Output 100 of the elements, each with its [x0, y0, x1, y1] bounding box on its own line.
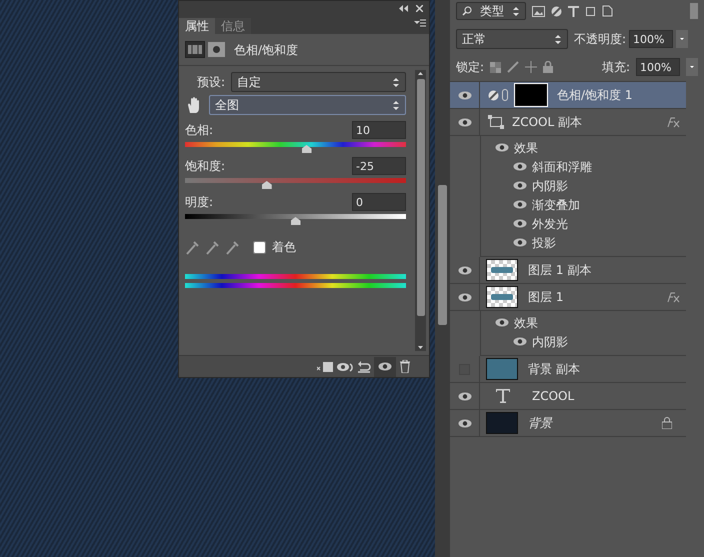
mask-icon — [208, 42, 225, 57]
updown-icon — [392, 76, 400, 88]
layer-row[interactable]: 色相/饱和度 1 — [450, 82, 686, 109]
updown-icon — [554, 34, 562, 44]
preset-label: 预设: — [197, 74, 226, 91]
adjustment-layer-icon — [488, 90, 499, 100]
layer-name: 图层 1 副本 — [528, 262, 592, 279]
effect-name: 内阴影 — [532, 178, 568, 194]
updown-icon — [512, 6, 520, 16]
eye-icon[interactable] — [513, 337, 527, 346]
eye-icon[interactable] — [513, 238, 527, 247]
layer-name: 色相/饱和度 1 — [557, 87, 634, 104]
brush-icon[interactable] — [507, 61, 520, 73]
saturation-label: 饱和度: — [185, 158, 226, 175]
effect-name: 外发光 — [532, 216, 568, 232]
adjustment-filter-icon[interactable] — [551, 6, 562, 16]
range-dropdown[interactable]: 全图 — [209, 95, 406, 115]
type-layer-icon — [496, 389, 510, 403]
effect-name: 内阴影 — [532, 334, 568, 350]
scroll-down-icon[interactable] — [418, 346, 423, 349]
search-icon — [462, 6, 472, 16]
panel-title: 色相/饱和度 — [234, 42, 298, 58]
scroll-up-icon[interactable] — [418, 72, 423, 75]
lock-icon[interactable] — [543, 61, 554, 73]
preset-dropdown[interactable]: 自定 — [231, 72, 406, 92]
colorize-label: 着色 — [272, 239, 296, 256]
eye-icon[interactable] — [495, 143, 509, 152]
type-filter-icon[interactable] — [568, 6, 579, 16]
eye-icon[interactable] — [495, 318, 509, 327]
colorize-checkbox[interactable] — [253, 240, 266, 254]
updown-icon — [392, 100, 400, 110]
text-art-icon — [491, 294, 513, 300]
shape-layer-icon — [488, 115, 504, 129]
panel-menu-icon[interactable] — [414, 18, 426, 27]
value-field[interactable]: 0 — [352, 193, 406, 211]
effect-name: 斜面和浮雕 — [532, 158, 592, 176]
layer-row[interactable]: 图层 1 — [450, 284, 686, 311]
eye-icon[interactable] — [513, 219, 527, 228]
opacity-label: 不透明度: — [574, 31, 626, 48]
visibility-eye-icon[interactable] — [458, 392, 472, 400]
visibility-eye-icon[interactable] — [458, 118, 472, 126]
fill-label: 填充: — [602, 59, 630, 76]
view-previous-icon[interactable] — [336, 360, 354, 372]
layer-row[interactable]: 背景 — [450, 410, 686, 437]
collapse-icon[interactable] — [399, 5, 408, 12]
shape-filter-icon[interactable] — [585, 6, 596, 16]
adjustment-icon — [185, 41, 205, 58]
layer-name: ZCOOL — [532, 388, 576, 405]
effects-label: 效果 — [514, 140, 538, 156]
eye-icon[interactable] — [513, 181, 527, 190]
trash-icon[interactable] — [399, 360, 411, 373]
clip-layer-icon[interactable] — [317, 360, 333, 372]
visibility-eye-icon[interactable] — [458, 266, 472, 274]
hue-label: 色相: — [185, 122, 214, 139]
layer-name: ZCOOL 副本 — [512, 114, 583, 131]
layer-name: 背景 副本 — [528, 361, 581, 378]
link-icon — [502, 89, 508, 101]
effects-label: 效果 — [514, 314, 538, 332]
effect-name: 渐变叠加 — [532, 196, 580, 214]
effect-name: 投影 — [532, 234, 556, 252]
layer-row[interactable]: ZCOOL — [450, 383, 686, 410]
layer-name: 背景 — [528, 415, 554, 432]
eyedropper-minus-icon[interactable] — [225, 239, 239, 255]
panel-tab[interactable]: 属性 — [179, 18, 215, 34]
visibility-eye-icon[interactable] — [458, 90, 472, 100]
reset-icon[interactable] — [357, 360, 371, 372]
filter-toggle[interactable] — [690, 3, 698, 19]
toggle-visibility-button[interactable] — [374, 356, 396, 376]
layer-row[interactable]: 背景 副本 — [450, 356, 686, 383]
opacity-field[interactable]: 100% — [629, 30, 674, 48]
close-icon[interactable] — [416, 5, 423, 12]
lock-transparent-icon[interactable] — [490, 62, 502, 72]
move-icon[interactable] — [525, 61, 538, 73]
layer-name: 图层 1 — [528, 289, 564, 306]
lock-label: 锁定: — [456, 59, 484, 76]
mask-thumbnail — [515, 84, 547, 106]
visibility-eye-icon[interactable] — [458, 418, 472, 428]
visibility-eye-icon[interactable] — [458, 292, 472, 302]
lightness-label: 明度: — [185, 194, 214, 211]
eye-icon[interactable] — [513, 162, 527, 171]
fill-field[interactable]: 100% — [636, 58, 680, 76]
eye-icon[interactable] — [378, 362, 392, 371]
panel-scrollbar[interactable] — [415, 70, 426, 351]
slider-thumb[interactable] — [302, 145, 312, 153]
eyedropper-icon[interactable] — [185, 239, 199, 255]
eye-icon[interactable] — [513, 200, 527, 209]
eyedropper-plus-icon[interactable] — [205, 239, 219, 255]
panel-tab[interactable]: 信息 — [215, 18, 251, 34]
filter-dropdown[interactable]: 类型 — [456, 2, 526, 20]
layer-row[interactable]: 图层 1 副本 — [450, 257, 686, 284]
text-art-icon — [491, 267, 513, 273]
image-filter-icon[interactable] — [532, 6, 545, 16]
value-field[interactable]: -25 — [352, 157, 406, 175]
scrollbar[interactable] — [435, 0, 450, 557]
slider-thumb[interactable] — [262, 181, 272, 189]
smart-object-filter-icon[interactable] — [602, 5, 613, 17]
value-field[interactable]: 10 — [352, 121, 406, 139]
layer-row[interactable]: ZCOOL 副本 — [450, 109, 686, 136]
blend-mode-dropdown[interactable]: 正常 — [456, 29, 568, 49]
slider-thumb[interactable] — [290, 217, 300, 225]
